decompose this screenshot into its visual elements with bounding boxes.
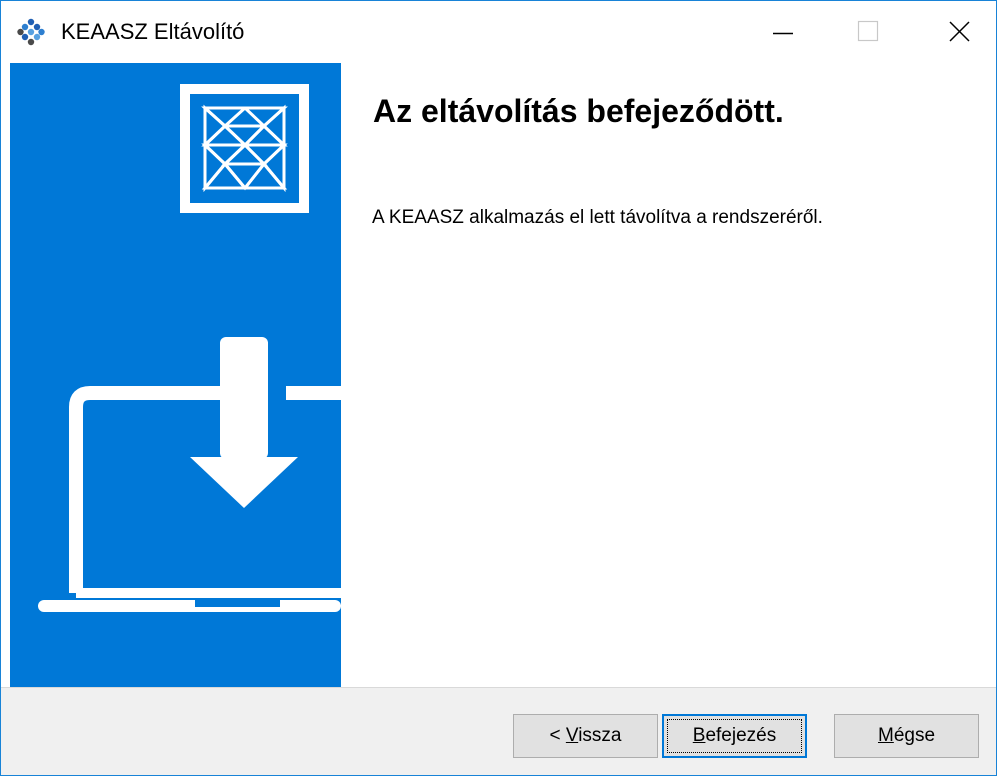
minimize-button[interactable]: [736, 1, 828, 63]
title-bar[interactable]: KEAASZ Eltávolító: [1, 1, 996, 63]
close-icon: [949, 21, 970, 42]
back-button-mnemonic: V: [565, 725, 579, 746]
uninstaller-window: KEAASZ Eltávolító Az eltávolítás befejez…: [0, 0, 997, 776]
maximize-icon: [857, 20, 879, 42]
window-title: KEAASZ Eltávolító: [61, 19, 245, 44]
keaasz-logo-icon: [17, 18, 45, 46]
cancel-button[interactable]: Mégse: [834, 714, 979, 758]
content-panel: Az eltávolítás befejeződött. A KEAASZ al…: [341, 63, 996, 687]
page-title: Az eltávolítás befejeződött.: [373, 93, 784, 129]
close-button[interactable]: [918, 1, 996, 63]
back-button-prefix: <: [549, 725, 566, 746]
completion-message: A KEAASZ alkalmazás el lett távolítva a …: [372, 207, 823, 228]
cancel-button-mnemonic: M: [877, 725, 894, 746]
back-button-label: issza: [578, 725, 622, 746]
maximize-button[interactable]: [828, 1, 920, 63]
banner-art: [38, 84, 341, 612]
minimize-icon: [773, 32, 793, 35]
finish-button[interactable]: Befejezés: [662, 714, 807, 758]
laptop-download-icon: [38, 337, 341, 612]
cancel-button-label: égse: [893, 725, 936, 746]
keaasz-triangle-logo-icon: [180, 84, 309, 213]
back-button[interactable]: < Vissza: [513, 714, 658, 758]
focus-rectangle: [667, 719, 802, 753]
button-bar: < Vissza Befejezés Mégse: [1, 687, 996, 775]
wizard-banner: [10, 63, 341, 687]
